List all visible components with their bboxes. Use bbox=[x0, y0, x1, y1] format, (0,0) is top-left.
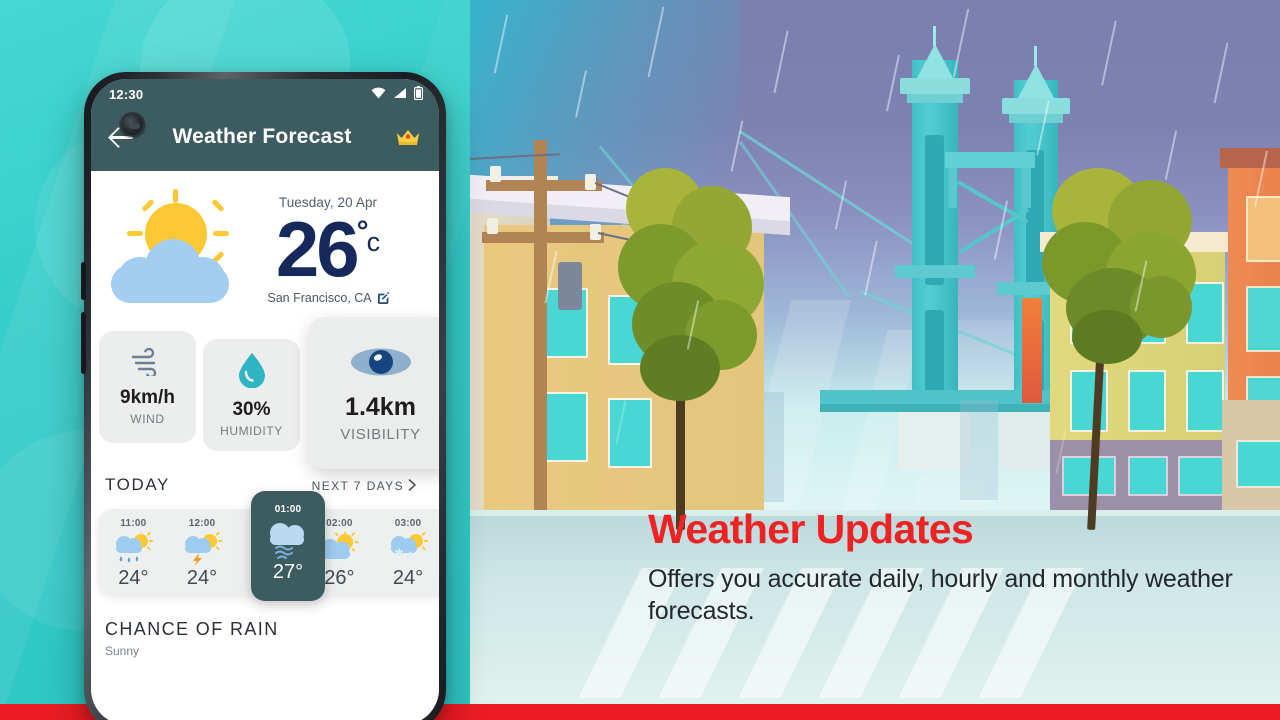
bridge-tower-cap bbox=[900, 78, 970, 94]
hourly-cell[interactable]: 03:00 24° bbox=[374, 509, 439, 595]
chevron-right-icon bbox=[408, 478, 417, 494]
hour-time: 01:00 bbox=[274, 504, 302, 515]
bridge-crossbeam-leg bbox=[1022, 168, 1031, 208]
hourly-forecast: 11:00 24° 12:00 24° 02:00 26° 03:00 24° … bbox=[91, 491, 439, 601]
metric-card-visibility[interactable]: 1.4km VISIBILITY bbox=[309, 317, 439, 469]
pole-crossarm bbox=[482, 232, 604, 243]
storefront-window bbox=[1236, 440, 1280, 488]
phone-mockup: 12:30 Weather Forecast Tuesday, 20 Apr 2… bbox=[81, 72, 446, 720]
hour-temp: 27° bbox=[272, 561, 304, 583]
utility-pole bbox=[534, 140, 547, 520]
bridge-crossbeam bbox=[945, 152, 1035, 168]
bridge-tower-cap bbox=[1002, 98, 1070, 114]
bridge-tower-cap bbox=[1009, 114, 1063, 123]
crown-icon[interactable] bbox=[395, 127, 421, 147]
hourly-cell-active[interactable]: 01:00 27° bbox=[251, 491, 325, 601]
pole-insulator bbox=[487, 218, 498, 234]
promo-headline: Weather Updates bbox=[648, 506, 974, 552]
metric-value-wind: 9km/h bbox=[120, 387, 175, 408]
metric-label-humidity: HUMIDITY bbox=[220, 424, 283, 438]
chance-of-rain-subtitle: Sunny bbox=[105, 644, 140, 658]
current-weather-hero: Tuesday, 20 Apr 26 ° c San Francisco, CA bbox=[91, 171, 439, 321]
fog-cloud-icon bbox=[264, 520, 312, 560]
eye-icon bbox=[350, 344, 412, 385]
bridge-needle bbox=[933, 26, 936, 46]
edit-pencil-icon[interactable] bbox=[377, 291, 389, 304]
bridge-spire bbox=[1018, 64, 1054, 98]
hour-temp: 24° bbox=[186, 567, 218, 589]
storefront-window bbox=[1178, 456, 1226, 496]
metric-value-visibility: 1.4km bbox=[345, 392, 416, 421]
hour-time: 02:00 bbox=[326, 518, 353, 529]
chance-of-rain-title: CHANCE OF RAIN bbox=[105, 619, 279, 639]
hour-time: 11:00 bbox=[120, 518, 147, 529]
building-window bbox=[544, 392, 588, 462]
building-window bbox=[608, 398, 652, 468]
sun-snow-icon bbox=[387, 532, 429, 566]
street-banner bbox=[1022, 298, 1042, 403]
temperature-unit: c bbox=[366, 227, 381, 258]
current-weather-text: Tuesday, 20 Apr 26 ° c San Francisco, CA bbox=[237, 195, 423, 305]
phone-power-button[interactable] bbox=[81, 312, 86, 374]
bridge-crossbeam-leg bbox=[948, 168, 957, 208]
hourly-cell[interactable]: 12:00 24° bbox=[168, 509, 237, 595]
poster-stage: Weather Updates Offers you accurate dail… bbox=[0, 0, 1280, 720]
pole-transformer bbox=[558, 262, 582, 310]
front-camera-punch-hole bbox=[120, 112, 145, 137]
metric-cards: 9km/h WIND 30% HUMIDITY 1.4km VISIBILITY bbox=[91, 317, 439, 471]
status-bar-time: 12:30 bbox=[109, 86, 144, 102]
storefront-window bbox=[1128, 456, 1168, 496]
today-label: TODAY bbox=[105, 475, 170, 494]
chance-of-rain-section: CHANCE OF RAIN Sunny bbox=[91, 601, 439, 658]
current-temperature: 26 bbox=[275, 205, 360, 294]
hour-temp: 24° bbox=[392, 567, 424, 589]
bridge-needle bbox=[1034, 46, 1037, 66]
sun-rain-icon bbox=[112, 530, 154, 566]
signal-icon bbox=[393, 87, 407, 102]
promo-body: Offers you accurate daily, hourly and mo… bbox=[648, 565, 1233, 626]
wind-icon bbox=[130, 347, 166, 381]
hourly-cell[interactable]: 11:00 24° bbox=[99, 509, 168, 595]
distant-building bbox=[960, 400, 998, 500]
metric-label-wind: WIND bbox=[130, 412, 165, 426]
building-window bbox=[1186, 370, 1224, 432]
metric-label-visibility: VISIBILITY bbox=[340, 425, 421, 443]
status-bar: 12:30 bbox=[91, 79, 439, 109]
sun-behind-cloud-icon bbox=[105, 189, 237, 311]
phone-volume-button[interactable] bbox=[81, 262, 86, 300]
building-window bbox=[1246, 286, 1280, 352]
current-location-row[interactable]: San Francisco, CA bbox=[237, 291, 419, 305]
pole-insulator bbox=[490, 166, 501, 182]
phone-screen: 12:30 Weather Forecast Tuesday, 20 Apr 2… bbox=[91, 79, 439, 720]
metric-card-wind[interactable]: 9km/h WIND bbox=[99, 331, 196, 443]
next-7-days-link[interactable]: NEXT 7 DAYS bbox=[311, 478, 417, 494]
sun-thunder-icon bbox=[181, 532, 223, 566]
wifi-icon bbox=[371, 87, 386, 102]
hour-temp: 24° bbox=[118, 567, 149, 589]
water-drop-icon bbox=[237, 352, 267, 393]
hour-temp: 26° bbox=[324, 567, 355, 589]
current-location: San Francisco, CA bbox=[267, 290, 372, 305]
hour-time: 12:00 bbox=[188, 518, 216, 529]
hour-time: 03:00 bbox=[394, 518, 422, 529]
metric-card-humidity[interactable]: 30% HUMIDITY bbox=[203, 339, 300, 451]
promo-block: Weather Updates Offers you accurate dail… bbox=[648, 506, 1248, 627]
bridge-tower-cap bbox=[907, 94, 963, 103]
screen-content: Tuesday, 20 Apr 26 ° c San Francisco, CA bbox=[91, 171, 439, 720]
bridge-spire bbox=[917, 44, 953, 78]
building-window bbox=[1128, 370, 1166, 432]
battery-icon bbox=[413, 85, 424, 103]
page-title: Weather Forecast bbox=[172, 125, 352, 148]
metric-value-humidity: 30% bbox=[232, 399, 271, 420]
bridge-strut bbox=[895, 265, 975, 278]
cornice bbox=[1220, 148, 1280, 168]
building-window bbox=[1246, 196, 1280, 262]
next-7-days-label: NEXT 7 DAYS bbox=[311, 479, 404, 493]
